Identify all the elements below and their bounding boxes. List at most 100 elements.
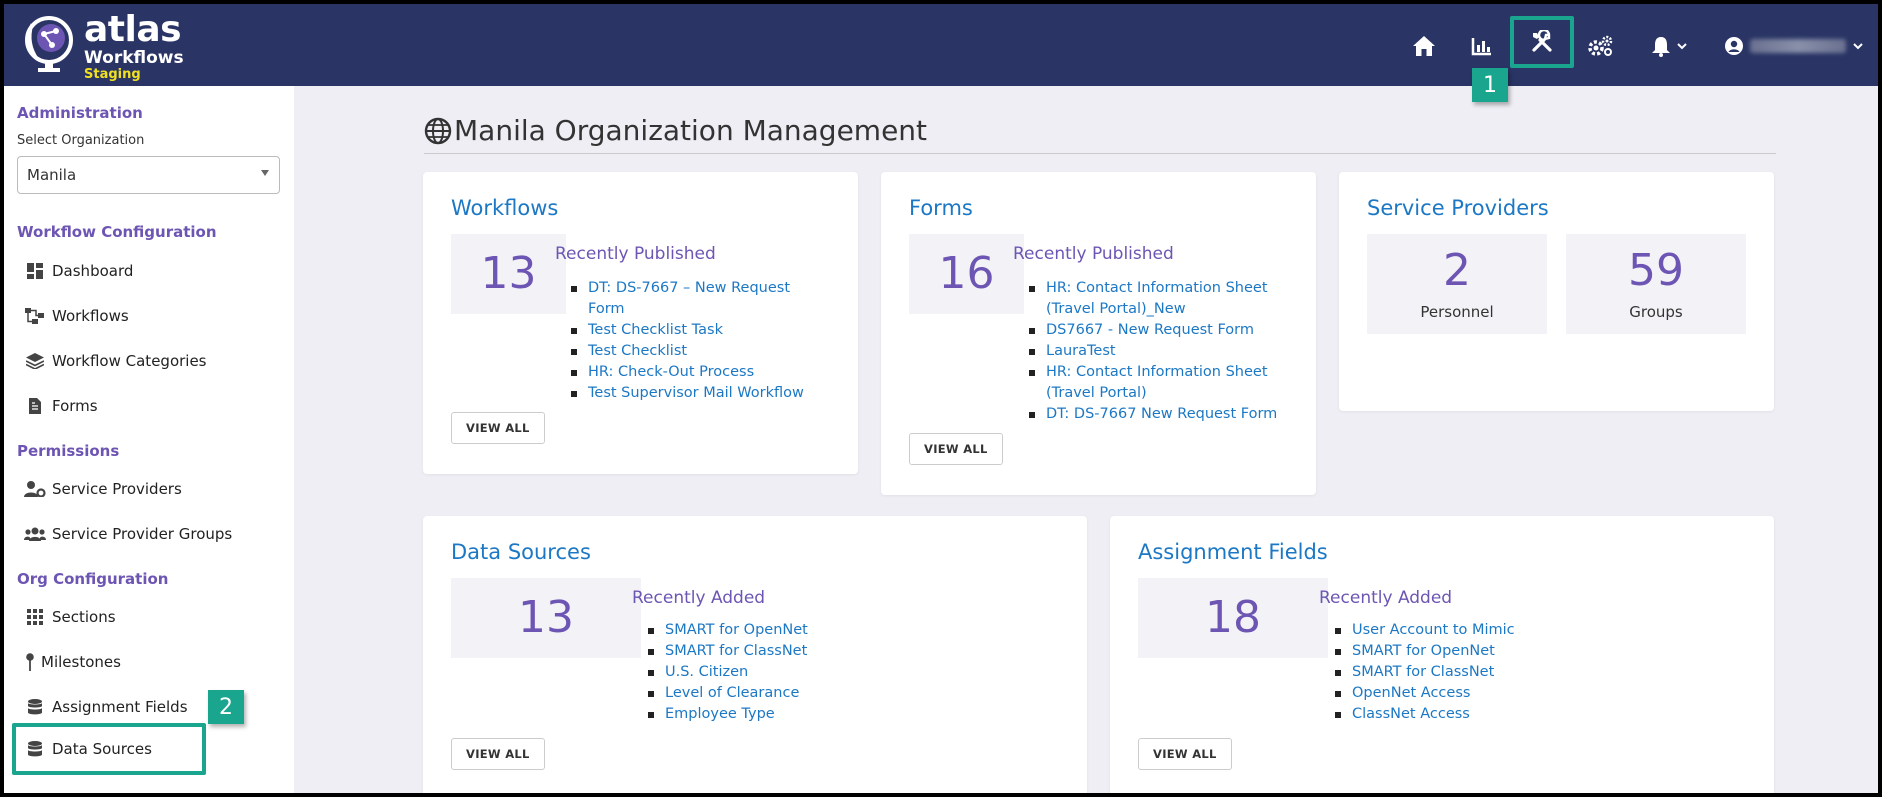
view-all-button[interactable]: VIEW ALL [909, 433, 1003, 465]
sidebar-item-label: Dashboard [52, 262, 134, 280]
sidebar-item-label: Workflow Categories [52, 352, 207, 370]
list-item[interactable]: Employee Type [648, 704, 948, 725]
sidebar-item-sections[interactable]: Sections [24, 602, 116, 632]
assignment-fields-card: Assignment Fields 18 Recently Added User… [1110, 516, 1774, 793]
list-item[interactable]: LauraTest [1029, 341, 1291, 362]
sidebar-item-forms[interactable]: Forms [24, 391, 98, 421]
globe-logo-icon [25, 16, 73, 72]
sidebar-item-service-providers[interactable]: Service Providers [24, 474, 182, 504]
sidebar-item-label: Sections [52, 608, 116, 626]
recent-assignment-fields-list: User Account to Mimic SMART for OpenNet … [1335, 620, 1635, 725]
recently-added-heading: Recently Added [1319, 588, 1453, 608]
sidebar-item-label: Workflows [52, 307, 129, 325]
groups-count-box[interactable]: 59 Groups [1566, 234, 1746, 334]
logo-text: atlas Workflows Staging [84, 12, 184, 83]
list-item[interactable]: Test Checklist [571, 341, 811, 362]
list-item[interactable]: DT: DS-7667 New Request Form [1029, 404, 1291, 425]
list-item[interactable]: HR: Check-Out Process [571, 362, 811, 383]
gears-icon[interactable] [1580, 26, 1620, 66]
service-providers-card: Service Providers 2 Personnel 59 Groups [1339, 172, 1774, 411]
sidebar-item-label: Data Sources [52, 740, 152, 758]
section-heading-workflow-configuration: Workflow Configuration [17, 223, 217, 241]
sidebar-item-workflows[interactable]: Workflows [24, 301, 129, 331]
list-item[interactable]: User Account to Mimic [1335, 620, 1635, 641]
list-item[interactable]: SMART for ClassNet [1335, 662, 1635, 683]
recently-published-heading: Recently Published [1013, 244, 1174, 264]
sidebar-item-label: Service Provider Groups [52, 525, 233, 543]
sidebar-item-data-sources[interactable]: Data Sources [24, 734, 152, 764]
user-circle-icon [1725, 37, 1743, 55]
users-group-icon [24, 525, 46, 543]
sidebar-item-label: Service Providers [52, 480, 182, 498]
sidebar-item-milestones[interactable]: Milestones [24, 647, 121, 677]
map-pin-icon [24, 653, 36, 671]
user-menu[interactable] [1720, 26, 1868, 66]
atlas-logo[interactable]: atlas Workflows Staging [24, 12, 184, 82]
card-title[interactable]: Data Sources [451, 540, 591, 564]
personnel-count-box[interactable]: 2 Personnel [1367, 234, 1547, 334]
card-title[interactable]: Assignment Fields [1138, 540, 1328, 564]
list-item[interactable]: OpenNet Access [1335, 683, 1635, 704]
view-all-button[interactable]: VIEW ALL [451, 738, 545, 770]
list-item[interactable]: DT: DS-7667 – New Request Form [571, 278, 811, 320]
user-gear-icon [24, 480, 46, 498]
section-heading-org-configuration: Org Configuration [17, 570, 169, 588]
notifications-dropdown[interactable] [1644, 26, 1694, 66]
card-title[interactable]: Workflows [451, 196, 558, 220]
groups-label: Groups [1629, 303, 1683, 321]
card-title[interactable]: Service Providers [1367, 196, 1549, 220]
database-icon [24, 740, 46, 758]
home-icon[interactable] [1404, 26, 1444, 66]
chevron-down-icon [1853, 43, 1863, 50]
forms-card: Forms 16 Recently Published HR: Contact … [881, 172, 1316, 495]
database-icon [24, 698, 46, 716]
list-item[interactable]: Test Supervisor Mail Workflow [571, 383, 811, 404]
sidebar-item-label: Milestones [41, 653, 121, 671]
callout-badge-1: 1 [1472, 68, 1508, 102]
list-item[interactable]: ClassNet Access [1335, 704, 1635, 725]
list-item[interactable]: Test Checklist Task [571, 320, 811, 341]
recent-data-sources-list: SMART for OpenNet SMART for ClassNet U.S… [648, 620, 948, 725]
assignment-fields-count-box[interactable]: 18 [1138, 578, 1328, 658]
sidebar-item-label: Forms [52, 397, 98, 415]
list-item[interactable]: HR: Contact Information Sheet (Travel Po… [1029, 362, 1291, 404]
data-sources-count: 13 [518, 592, 574, 643]
view-all-button[interactable]: VIEW ALL [451, 412, 545, 444]
section-heading-permissions: Permissions [17, 442, 120, 460]
recently-added-heading: Recently Added [632, 588, 766, 608]
sidebar-item-assignment-fields[interactable]: Assignment Fields [24, 692, 188, 722]
sidebar-item-service-provider-groups[interactable]: Service Provider Groups [24, 519, 232, 549]
list-item[interactable]: DS7667 - New Request Form [1029, 320, 1291, 341]
list-item[interactable]: Level of Clearance [648, 683, 948, 704]
app-frame: atlas Workflows Staging 1 Administration… [4, 4, 1878, 793]
list-item[interactable]: SMART for OpenNet [1335, 641, 1635, 662]
tools-icon[interactable] [1510, 16, 1574, 68]
card-title[interactable]: Forms [909, 196, 973, 220]
bar-chart-icon[interactable] [1462, 26, 1502, 66]
data-sources-count-box[interactable]: 13 [451, 578, 641, 658]
sidebar-item-workflow-categories[interactable]: Workflow Categories [24, 346, 207, 376]
bell-icon [1652, 37, 1670, 57]
chevron-down-icon [1677, 43, 1687, 50]
list-item[interactable]: SMART for ClassNet [648, 641, 948, 662]
sidebar-item-dashboard[interactable]: Dashboard [24, 256, 133, 286]
groups-count: 59 [1628, 245, 1684, 296]
personnel-count: 2 [1443, 245, 1471, 296]
page-title-text: Manila Organization Management [454, 114, 928, 147]
workflows-count: 13 [480, 248, 537, 299]
view-all-button[interactable]: VIEW ALL [1138, 738, 1232, 770]
username-redacted [1750, 39, 1846, 53]
workflows-count-box[interactable]: 13 [451, 234, 566, 314]
assignment-fields-count: 18 [1205, 592, 1261, 643]
globe-icon [424, 117, 452, 144]
workflows-card: Workflows 13 Recently Published DT: DS-7… [423, 172, 858, 474]
layers-icon [24, 352, 46, 370]
organization-select[interactable]: Manila [17, 156, 280, 194]
list-item[interactable]: HR: Contact Information Sheet (Travel Po… [1029, 278, 1291, 320]
list-item[interactable]: SMART for OpenNet [648, 620, 948, 641]
page-title: Manila Organization Management [424, 114, 927, 147]
list-item[interactable]: U.S. Citizen [648, 662, 948, 683]
forms-count: 16 [938, 248, 995, 299]
select-organization-label: Select Organization [17, 133, 145, 148]
forms-count-box[interactable]: 16 [909, 234, 1024, 314]
